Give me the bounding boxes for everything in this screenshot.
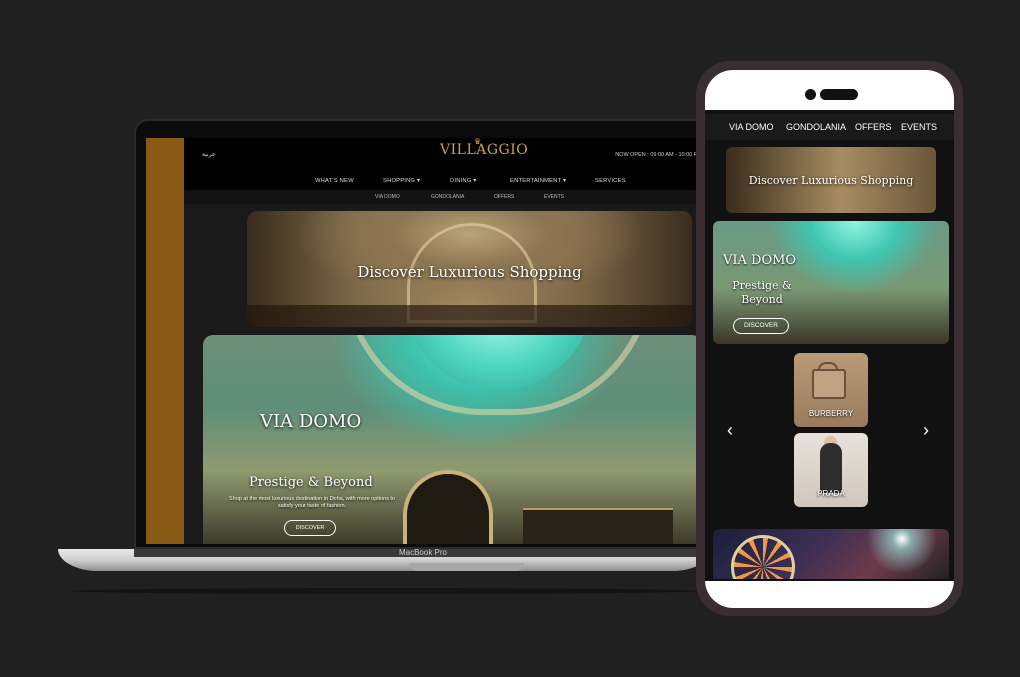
- phone-card-discover[interactable]: Discover Luxurious Shopping: [726, 147, 936, 213]
- hero-subtitle: Prestige & Beyond: [249, 475, 373, 490]
- laptop-model-label: MacBook Pro: [398, 548, 448, 557]
- hero-small-title: Discover Luxurious Shopping: [357, 263, 582, 281]
- camera-icon: [805, 89, 816, 100]
- laptop-screen: عربية ♛ VILLAGGIO NOW OPEN : 09:00 AM - …: [146, 138, 702, 544]
- open-hours: NOW OPEN : 09:00 AM - 10:00 PM: [615, 152, 702, 158]
- phone-screen: VIA DOMO GONDOLANIA OFFERS EVENTS Discov…: [705, 70, 954, 608]
- sub-nav: VIA DOMO GONDOLANIA OFFERS EVENTS: [184, 190, 702, 204]
- phone-nav-offers[interactable]: OFFERS: [855, 122, 892, 132]
- logo[interactable]: VILLAGGIO: [440, 142, 528, 158]
- phone-nav: VIA DOMO GONDOLANIA OFFERS EVENTS: [705, 114, 954, 140]
- nav-dining[interactable]: DINING ▾: [450, 178, 476, 184]
- nav-entertainment[interactable]: ENTERTAINMENT ▾: [510, 178, 566, 184]
- nav-services[interactable]: SERVICES: [595, 178, 626, 184]
- subnav-via-domo[interactable]: VIA DOMO: [375, 194, 400, 200]
- hero-description: Shop at the most luxurious destination i…: [228, 496, 395, 510]
- phone-nav-via-domo[interactable]: VIA DOMO: [729, 122, 774, 132]
- phone-discover-button[interactable]: DISCOVER: [733, 318, 789, 334]
- phone-card-title: Discover Luxurious Shopping: [748, 174, 914, 187]
- floor-graphic: [247, 305, 692, 327]
- subnav-offers[interactable]: OFFERS: [494, 194, 514, 200]
- phone-status-area: [705, 70, 954, 110]
- language-link[interactable]: عربية: [202, 151, 216, 158]
- brand-label: BURBERRY: [808, 409, 854, 418]
- hero-title: VIA DOMO: [260, 411, 362, 432]
- brand-card-burberry[interactable]: BURBERRY: [794, 353, 868, 427]
- carousel-next-icon[interactable]: ›: [923, 420, 929, 441]
- phone-card-entertainment[interactable]: [713, 529, 949, 579]
- nav-whats-new[interactable]: WHAT'S NEW: [315, 178, 354, 184]
- hero-discover-shopping[interactable]: Discover Luxurious Shopping: [247, 211, 692, 327]
- model-figure-icon: [820, 443, 842, 493]
- main-nav: WHAT'S NEW SHOPPING ▾ DINING ▾ ENTERTAIN…: [184, 176, 702, 190]
- phone-nav-gondolania[interactable]: GONDOLANIA: [786, 122, 846, 132]
- laptop-notch: [409, 563, 524, 571]
- phone-card-via-domo[interactable]: VIA DOMO Prestige & Beyond DISCOVER: [713, 221, 949, 344]
- speaker-icon: [820, 89, 858, 100]
- subnav-events[interactable]: EVENTS: [544, 194, 564, 200]
- side-strip: [146, 138, 184, 544]
- subnav-gondolania[interactable]: GONDOLANIA: [431, 194, 464, 200]
- storefront-graphic: [523, 508, 673, 544]
- laptop-shadow: [70, 588, 700, 594]
- hero-via-domo[interactable]: VIA DOMO Prestige & Beyond Shop at the m…: [203, 335, 702, 544]
- carousel-prev-icon[interactable]: ‹: [727, 420, 733, 441]
- nav-shopping[interactable]: SHOPPING ▾: [383, 178, 420, 184]
- discover-button[interactable]: DISCOVER: [284, 520, 336, 536]
- phone-card-via-domo-title: VIA DOMO: [723, 253, 797, 268]
- arch-graphic: [403, 470, 493, 544]
- ferris-wheel-graphic: [731, 535, 795, 579]
- phone-bottom-bezel: [705, 581, 954, 608]
- brand-label: PRADA: [817, 489, 845, 498]
- bag-icon: [812, 369, 846, 399]
- phone-nav-events[interactable]: EVENTS: [901, 122, 937, 132]
- brand-card-prada[interactable]: PRADA: [794, 433, 868, 507]
- phone-card-subtitle: Prestige & Beyond: [732, 279, 792, 306]
